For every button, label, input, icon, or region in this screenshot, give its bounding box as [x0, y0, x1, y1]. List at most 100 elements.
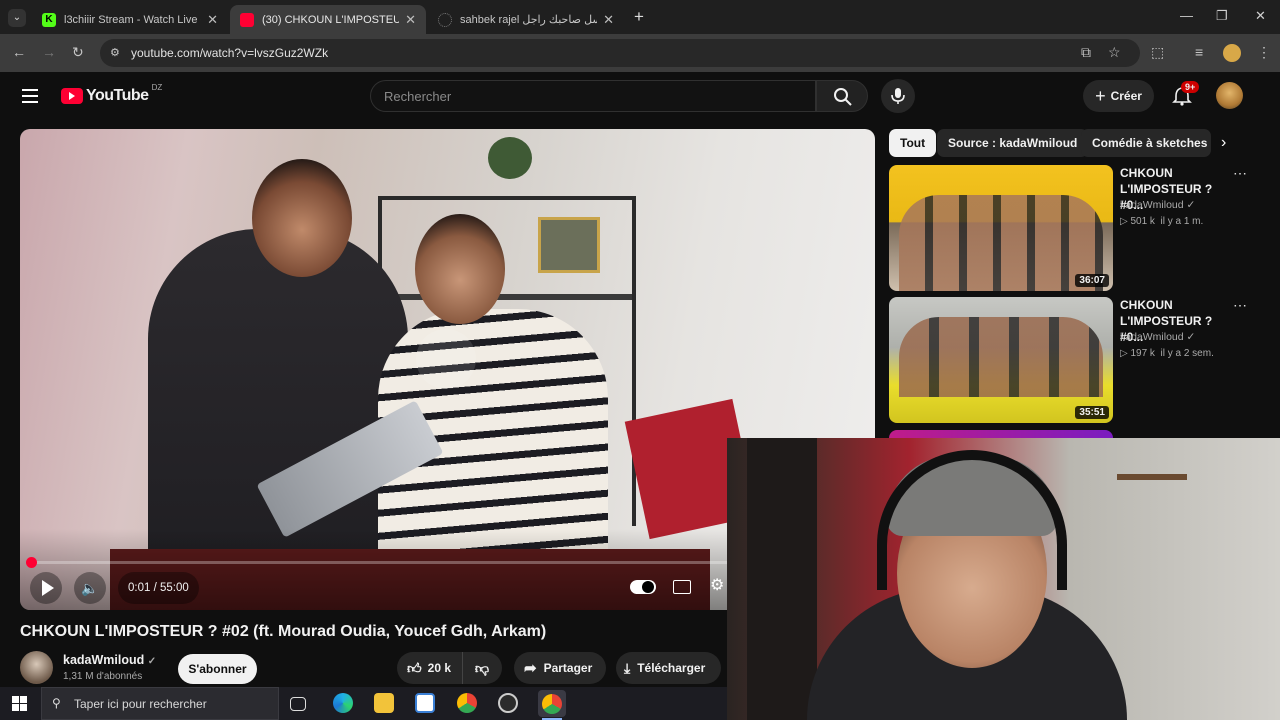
volume-icon: 🔈	[81, 579, 99, 596]
close-tab-icon[interactable]: ✕	[603, 12, 614, 28]
scrubber-handle[interactable]	[26, 557, 37, 568]
maximize-icon[interactable]: ❐	[1216, 8, 1228, 24]
time-separator: /	[150, 582, 160, 594]
browser-tab-strip: ⌄ K l3chiiir Stream - Watch Live on ✕ (3…	[0, 0, 1280, 34]
task-view-icon[interactable]	[290, 697, 306, 711]
reload-icon[interactable]: ↻	[72, 44, 84, 61]
video-thumbnail[interactable]: 35:51	[889, 297, 1113, 423]
more-actions-icon[interactable]: ⋯	[1233, 165, 1247, 182]
like-count: 20 k	[427, 661, 451, 675]
video-title: CHKOUN L'IMPOSTEUR ? #02 (ft. Mourad Oud…	[20, 623, 547, 640]
chip-all[interactable]: Tout	[889, 129, 937, 157]
age: il y a 2 sem.	[1160, 348, 1214, 359]
recommended-video[interactable]: 36:07 CHKOUN L'IMPOSTEUR ? #0... kadaWmi…	[889, 165, 1249, 291]
video-duration: 36:07	[1075, 274, 1109, 287]
webcam-headphones	[877, 450, 1067, 590]
new-tab-icon[interactable]: +	[634, 7, 644, 27]
reading-list-icon[interactable]: ≡	[1195, 44, 1203, 60]
minimize-icon[interactable]: —	[1180, 8, 1193, 23]
notification-badge: 9+	[1181, 81, 1200, 93]
taskbar-search[interactable]: ⚲ Taper ici pour rechercher	[41, 687, 279, 720]
channel-avatar[interactable]	[20, 651, 53, 684]
download-button[interactable]: ⤓ Télécharger	[616, 652, 721, 684]
windows-taskbar: ⚲ Taper ici pour rechercher	[0, 687, 727, 720]
tab-kick-stream[interactable]: K l3chiiir Stream - Watch Live on ✕	[32, 5, 228, 34]
like-button[interactable]: 👍︎ 20 k	[397, 652, 463, 684]
subtitles-icon[interactable]	[673, 580, 691, 594]
chevron-right-icon[interactable]: ›	[1221, 134, 1226, 152]
install-app-icon[interactable]: ⧉	[1081, 44, 1091, 61]
notifications-button[interactable]: 9+	[1172, 81, 1200, 110]
time-display: 0:01 / 55:00	[118, 572, 199, 604]
create-button[interactable]: + Créer	[1083, 80, 1154, 112]
time-total: 55:00	[159, 582, 189, 594]
close-window-icon[interactable]: ✕	[1255, 8, 1266, 24]
download-icon: ⤓	[624, 659, 631, 676]
chrome-active-icon[interactable]	[538, 690, 566, 720]
subscribe-button[interactable]: S'abonner	[178, 654, 257, 684]
microphone-icon	[891, 88, 905, 104]
volume-button[interactable]: 🔈	[74, 572, 106, 604]
video-thumbnail[interactable]: 36:07	[889, 165, 1113, 291]
scene-plant	[488, 137, 532, 179]
address-bar[interactable]: ⚙ youtube.com/watch?v=lvszGuz2WZk	[100, 39, 1140, 67]
account-avatar[interactable]	[1216, 82, 1243, 109]
dislike-button[interactable]: 👎︎	[463, 660, 501, 677]
recommended-meta: ▷ 501 k il y a 1 m.	[1120, 216, 1203, 227]
obs-icon[interactable]	[498, 693, 518, 713]
tab-youtube-video[interactable]: (30) CHKOUN L'IMPOSTEUR ? # ✕	[230, 5, 426, 34]
like-dislike-group: 👍︎ 20 k 👎︎	[397, 652, 502, 684]
more-actions-icon[interactable]: ⋯	[1233, 297, 1247, 314]
video-duration: 35:51	[1075, 406, 1109, 419]
thumbs-down-icon: 👎︎	[474, 659, 490, 676]
webcam-overlay	[727, 438, 1280, 720]
recommended-video-partial[interactable]	[889, 430, 1113, 438]
channel-name[interactable]: kadaWmiloud ✓	[63, 653, 156, 667]
share-button[interactable]: ➦ Partager	[514, 652, 606, 684]
recommended-channel[interactable]: kadaWmiloud ✓	[1120, 331, 1195, 343]
verified-icon: ✓	[1186, 199, 1196, 211]
tab-search-icon[interactable]: ⌄	[8, 9, 26, 27]
forward-icon[interactable]: →	[42, 44, 56, 60]
browser-toolbar: ← → ↻ ⚙ youtube.com/watch?v=lvszGuz2WZk …	[0, 34, 1280, 72]
recommended-video[interactable]: 35:51 CHKOUN L'IMPOSTEUR ? #0... kadaWmi…	[889, 297, 1249, 423]
create-label: Créer	[1110, 89, 1142, 103]
extensions-icon[interactable]: ⬚	[1151, 44, 1164, 61]
verified-icon: ✓	[1186, 331, 1196, 343]
subscriber-count: 1,31 M d'abonnés	[63, 671, 143, 682]
scene-head-left	[252, 159, 352, 277]
youtube-logo[interactable]: YouTube DZ	[61, 83, 162, 105]
recommended-channel[interactable]: kadaWmiloud ✓	[1120, 199, 1195, 211]
site-info-icon[interactable]: ⚙	[110, 46, 120, 59]
file-explorer-icon[interactable]	[374, 693, 394, 713]
autoplay-toggle[interactable]	[630, 580, 656, 594]
close-tab-icon[interactable]: ✕	[207, 12, 218, 28]
tab-title: sahbek rajel مسلسل صاحبك راجل	[460, 14, 597, 26]
play-icon	[41, 580, 54, 596]
hamburger-menu-icon[interactable]	[22, 89, 38, 103]
windows-start-icon[interactable]	[12, 696, 27, 711]
search-input[interactable]: Rechercher	[370, 80, 816, 112]
tab-title: (30) CHKOUN L'IMPOSTEUR ? #	[262, 13, 400, 26]
settings-gear-icon[interactable]: ⚙	[710, 575, 724, 595]
bookmark-star-icon[interactable]: ☆	[1108, 44, 1121, 61]
play-button[interactable]	[30, 572, 62, 604]
profile-avatar[interactable]	[1223, 44, 1241, 62]
chrome-icon[interactable]	[457, 693, 477, 713]
globe-favicon-icon	[438, 12, 452, 27]
share-icon: ➦	[524, 660, 537, 677]
chip-sketch-comedy[interactable]: Comédie à sketches	[1081, 129, 1211, 157]
close-tab-icon[interactable]: ✕	[405, 12, 416, 28]
voice-search-button[interactable]	[881, 79, 915, 113]
plus-icon: +	[1095, 85, 1106, 106]
youtube-header: YouTube DZ Rechercher + Créer 9+	[0, 72, 1280, 128]
back-icon[interactable]: ←	[12, 44, 26, 60]
edge-icon[interactable]	[333, 693, 353, 713]
store-icon[interactable]	[415, 693, 435, 713]
search-placeholder: Rechercher	[384, 89, 452, 104]
tab-sahbek-rajel[interactable]: sahbek rajel مسلسل صاحبك راجل ✕	[428, 5, 624, 34]
chrome-menu-icon[interactable]: ⋮	[1257, 44, 1271, 61]
recommended-meta: ▷ 197 k il y a 2 sem.	[1120, 348, 1214, 359]
search-button[interactable]	[816, 80, 868, 112]
chip-source-channel[interactable]: Source : kadaWmiloud	[937, 129, 1089, 157]
